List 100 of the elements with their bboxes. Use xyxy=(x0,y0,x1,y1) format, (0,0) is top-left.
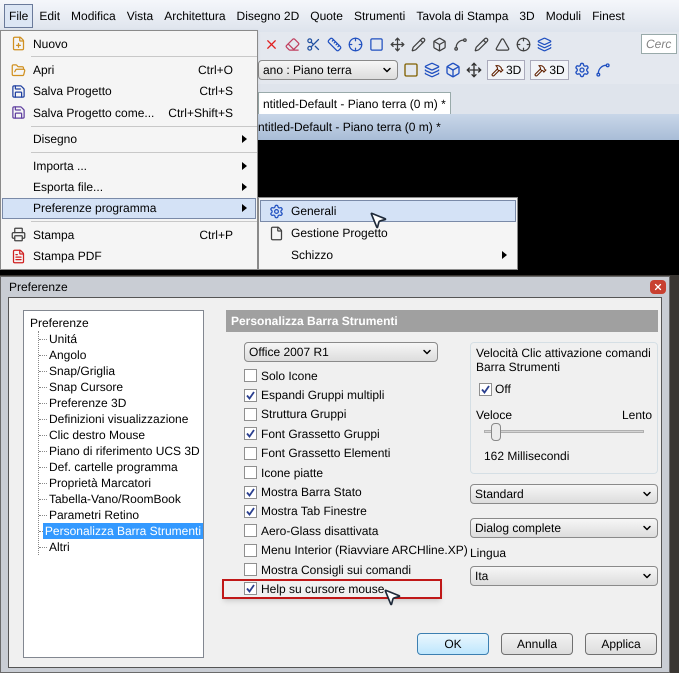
menu-bar-item[interactable]: Modifica xyxy=(66,4,121,28)
menu-item[interactable]: Schizzo xyxy=(260,244,516,266)
view-3d-button[interactable]: 3D xyxy=(530,60,569,80)
mouse-cursor-icon xyxy=(382,587,402,608)
checkbox[interactable] xyxy=(244,582,257,596)
close-button[interactable] xyxy=(650,280,666,294)
menu-bar-item[interactable]: Tavola di Stampa xyxy=(411,4,514,28)
menu-bar-item[interactable]: Vista xyxy=(122,4,158,28)
line-tool-icon[interactable] xyxy=(594,62,611,78)
shortcut-text: Ctrl+Shift+S xyxy=(168,104,234,122)
square-icon[interactable] xyxy=(369,36,384,52)
tree-item[interactable]: Proprietà Marcatori xyxy=(47,475,154,491)
option-label: Mostra Barra Stato xyxy=(261,484,362,502)
pencil-icon[interactable] xyxy=(474,36,489,52)
dropdown[interactable]: Standard xyxy=(470,484,658,504)
menu-bar-item[interactable]: Architettura xyxy=(159,4,231,28)
checkbox[interactable] xyxy=(244,446,257,460)
tree-item[interactable]: Tabella-Vano/RoomBook xyxy=(47,491,183,507)
menu-bar-item[interactable]: Finest xyxy=(587,4,630,28)
move-icon[interactable] xyxy=(466,62,482,78)
checkbox[interactable] xyxy=(244,563,257,576)
menu-bar-item[interactable]: File xyxy=(4,4,34,28)
checkbox[interactable] xyxy=(244,388,257,402)
crosshair-icon[interactable] xyxy=(348,36,363,52)
menu-item[interactable]: Nuovo xyxy=(2,33,256,54)
menu-bar-item[interactable]: Strumenti xyxy=(348,4,410,28)
dialog-button[interactable]: Applica xyxy=(585,632,657,655)
checkbox[interactable] xyxy=(244,408,257,421)
menu-item[interactable]: Stampa Ctrl+P xyxy=(2,224,256,246)
tree-item[interactable]: Clic destro Mouse xyxy=(47,427,148,443)
document-tab[interactable]: ntitled-Default - Piano terra (0 m) * xyxy=(258,92,451,114)
option-label: Solo Icone xyxy=(261,368,318,385)
tree-item[interactable]: Altri xyxy=(47,539,72,555)
cube-icon[interactable] xyxy=(432,36,447,52)
tree-item[interactable]: Piano di riferimento UCS 3D xyxy=(47,443,202,459)
menu-item[interactable]: Stampa PDF xyxy=(2,246,256,267)
checkbox[interactable] xyxy=(244,504,257,518)
search-field[interactable]: Cerc xyxy=(641,34,677,54)
menu-bar-item[interactable]: Moduli xyxy=(540,4,586,28)
shortcut-text: Ctrl+S xyxy=(199,83,234,100)
ruler-icon[interactable] xyxy=(327,36,342,52)
menu-bar-item[interactable]: Disegno 2D xyxy=(232,4,304,28)
tree-item[interactable]: Snap Cursore xyxy=(47,379,126,395)
tree-item[interactable]: Parametri Retino xyxy=(47,507,142,523)
slider-thumb[interactable] xyxy=(491,423,502,441)
checkbox[interactable] xyxy=(244,486,257,499)
menu-item[interactable]: Disegno xyxy=(2,128,256,150)
menu-item[interactable]: Preferenze programma xyxy=(2,198,256,220)
move-icon[interactable] xyxy=(390,36,405,52)
checkbox[interactable] xyxy=(244,544,257,557)
dropdown[interactable]: ano : Piano terra xyxy=(258,60,398,80)
slider-reading: 162 Millisecondi xyxy=(484,448,570,465)
tree-item[interactable]: Angolo xyxy=(47,347,88,363)
checkbox[interactable] xyxy=(244,427,257,440)
cube-icon[interactable] xyxy=(445,62,461,78)
tree-item[interactable]: Unitá xyxy=(47,331,80,347)
dropdown[interactable]: Dialog complete xyxy=(470,518,658,538)
layers-icon[interactable] xyxy=(424,62,440,78)
menu-item[interactable]: Salva Progetto come... Ctrl+Shift+S xyxy=(2,102,256,124)
menu-item[interactable]: Gestione Progetto xyxy=(260,222,516,244)
curve-icon[interactable] xyxy=(453,36,468,52)
dropdown[interactable]: Office 2007 R1 xyxy=(244,342,438,362)
menu-bar-item[interactable]: Edit xyxy=(34,4,66,28)
option-label: Font Grassetto Gruppi xyxy=(261,426,380,443)
off-label: Off xyxy=(495,381,511,398)
menu-bar-item[interactable]: 3D xyxy=(514,4,540,28)
tree-item[interactable]: Def. cartelle programma xyxy=(47,459,180,475)
crosshair-icon[interactable] xyxy=(516,36,531,52)
menu-item[interactable]: Salva Progetto Ctrl+S xyxy=(2,80,256,102)
checkbox[interactable] xyxy=(479,382,492,396)
tree-item[interactable]: Preferenze xyxy=(30,315,203,331)
menu-item[interactable]: Generali xyxy=(260,200,516,222)
view-3d-button[interactable]: 3D xyxy=(487,60,526,80)
slider-max-label: Lento xyxy=(622,407,652,424)
section-header: Personalizza Barra Strumenti xyxy=(226,310,658,332)
new-file-icon xyxy=(10,36,26,52)
folder-icon xyxy=(10,62,26,78)
pencil-icon[interactable] xyxy=(411,36,426,52)
tree-item[interactable]: Definizioni visualizzazione xyxy=(47,411,190,427)
shortcut-text: Ctrl+P xyxy=(199,226,234,244)
tree-item[interactable]: Preferenze 3D xyxy=(47,395,128,411)
checkbox[interactable] xyxy=(244,369,257,382)
menu-item[interactable]: Importa ... xyxy=(2,154,256,176)
triangle-icon[interactable] xyxy=(495,36,510,52)
menu-item[interactable]: Apri Ctrl+O xyxy=(2,59,256,81)
eraser-icon[interactable] xyxy=(285,36,300,52)
scissors-icon[interactable] xyxy=(306,36,321,52)
dialog-button[interactable]: Annulla xyxy=(501,632,573,655)
option-label: Font Grassetto Elementi xyxy=(261,445,390,462)
layers-icon[interactable] xyxy=(537,36,552,52)
hammer-icon xyxy=(491,64,504,76)
menu-item[interactable]: Esporta file... xyxy=(2,176,256,198)
square-icon[interactable] xyxy=(403,62,419,78)
dropdown[interactable]: Ita xyxy=(470,566,658,586)
settings-icon[interactable] xyxy=(574,62,590,78)
checkbox[interactable] xyxy=(244,466,257,480)
checkbox[interactable] xyxy=(244,524,257,538)
dialog-button[interactable]: OK xyxy=(417,632,489,655)
tree-item[interactable]: Snap/Griglia xyxy=(47,363,118,379)
menu-bar-item[interactable]: Quote xyxy=(305,4,348,28)
